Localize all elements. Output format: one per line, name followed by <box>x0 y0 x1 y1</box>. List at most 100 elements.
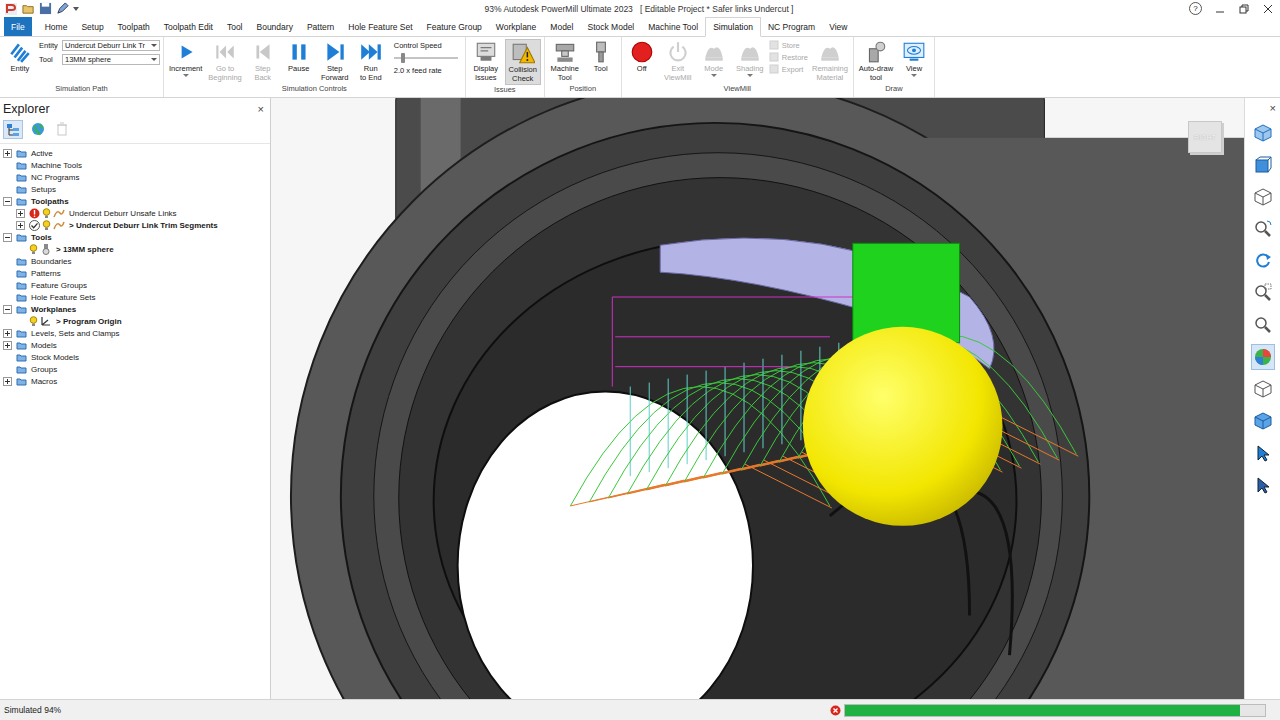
menu-tab[interactable]: Home <box>38 17 75 36</box>
refresh-button[interactable] <box>1251 248 1275 274</box>
globe-button[interactable] <box>29 120 47 137</box>
pointer-button[interactable] <box>1251 472 1275 498</box>
zoom-rotate-button[interactable] <box>1251 216 1275 242</box>
expander-icon[interactable] <box>16 221 25 230</box>
iso-button[interactable] <box>1251 120 1275 146</box>
tree-item[interactable]: Active <box>0 147 270 159</box>
lightbulb-icon[interactable] <box>29 244 38 255</box>
menu-tab[interactable]: Workplane <box>489 17 543 36</box>
tree-item[interactable]: Stock Models <box>0 351 270 363</box>
tree-item[interactable]: NC Programs <box>0 171 270 183</box>
material-button[interactable]: Remaining Material <box>810 39 850 83</box>
box-button[interactable] <box>1251 376 1275 402</box>
expander-icon[interactable] <box>3 341 12 350</box>
front-button[interactable] <box>1251 152 1275 178</box>
menu-tab[interactable]: Tool <box>220 17 250 36</box>
first-button[interactable]: Go to Beginning <box>206 39 243 83</box>
expander-icon[interactable] <box>3 377 12 386</box>
close-icon[interactable] <box>1262 3 1274 15</box>
tree-item[interactable]: Levels, Sets and Clamps <box>0 327 270 339</box>
save-icon[interactable] <box>39 2 52 15</box>
speed-slider[interactable] <box>394 57 458 59</box>
tree-item[interactable]: Machine Tools <box>0 159 270 171</box>
lightbulb-icon[interactable] <box>42 208 51 219</box>
shade-button[interactable] <box>1251 344 1275 370</box>
field-dropdown[interactable]: 13MM sphere <box>62 54 160 65</box>
edit-icon[interactable] <box>56 2 69 15</box>
off-button[interactable]: Off <box>625 39 659 74</box>
view-cube[interactable]: RIGHT <box>1188 121 1222 153</box>
tree-item[interactable]: Undercut Deburr Unsafe Links <box>0 207 270 219</box>
customize-caret[interactable] <box>73 7 79 11</box>
menu-tab[interactable]: Feature Group <box>420 17 489 36</box>
last-button[interactable]: Run to End <box>354 39 388 83</box>
tree-item[interactable]: Models <box>0 339 270 351</box>
tree-item[interactable]: > 13MM sphere <box>0 243 270 255</box>
menu-tab[interactable]: Stock Model <box>580 17 641 36</box>
box-blue-button[interactable] <box>1251 408 1275 434</box>
delete-button[interactable] <box>53 120 71 137</box>
forward-button[interactable]: Step Forward <box>318 39 352 83</box>
tree-item[interactable]: Feature Groups <box>0 279 270 291</box>
menu-tab[interactable]: Setup <box>74 17 110 36</box>
select-button[interactable] <box>1251 440 1275 466</box>
app-icon[interactable] <box>4 2 18 16</box>
lightbulb-icon[interactable] <box>42 220 51 231</box>
tree-item[interactable]: Toolpaths <box>0 195 270 207</box>
view-button[interactable]: View <box>897 39 931 78</box>
small-button[interactable]: Restore <box>769 52 808 62</box>
tree-item[interactable]: Macros <box>0 375 270 387</box>
tool-button[interactable]: Tool <box>584 39 618 74</box>
issues-button[interactable]: Display Issues <box>469 39 503 83</box>
expander-icon[interactable] <box>3 329 12 338</box>
entity-button[interactable]: Entity <box>3 39 37 74</box>
menu-tab[interactable]: Pattern <box>300 17 341 36</box>
expander-icon[interactable] <box>3 197 12 206</box>
menu-tab[interactable]: Machine Tool <box>641 17 705 36</box>
minimize-icon[interactable] <box>1214 3 1226 15</box>
expander-icon[interactable] <box>16 209 25 218</box>
tree-view-button[interactable] <box>3 120 23 139</box>
menu-tab[interactable]: NC Program <box>761 17 822 36</box>
open-icon[interactable] <box>22 2 35 15</box>
menu-tab[interactable]: Model <box>543 17 580 36</box>
tree-item[interactable]: Setups <box>0 183 270 195</box>
increment-button[interactable]: Increment <box>167 39 204 78</box>
tree-item[interactable]: > Program Origin <box>0 315 270 327</box>
help-button[interactable]: ? <box>1189 2 1202 15</box>
expander-icon[interactable] <box>3 233 12 242</box>
tree-item[interactable]: Workplanes <box>0 303 270 315</box>
tree-item[interactable]: Boundaries <box>0 255 270 267</box>
autodraw-button[interactable]: Auto-draw tool <box>857 39 895 83</box>
tree-item[interactable]: Groups <box>0 363 270 375</box>
tree-item[interactable]: > Undercut Deburr Link Trim Segments <box>0 219 270 231</box>
wire-button[interactable] <box>1251 184 1275 210</box>
explorer-close[interactable]: × <box>258 103 264 115</box>
menu-tab[interactable]: File <box>4 17 32 36</box>
back-button[interactable]: Step Back <box>246 39 280 83</box>
tree-item[interactable]: Tools <box>0 231 270 243</box>
view-toolbar-close[interactable]: × <box>1270 102 1276 114</box>
zoom-box-button[interactable] <box>1251 280 1275 306</box>
tree-item[interactable]: Hole Feature Sets <box>0 291 270 303</box>
lightbulb-icon[interactable] <box>29 316 38 327</box>
shading-button[interactable]: Shading <box>733 39 767 78</box>
menu-tab[interactable]: Toolpath <box>111 17 157 36</box>
3d-viewport[interactable]: RIGHT <box>271 98 1244 699</box>
small-button[interactable]: Export <box>769 64 808 74</box>
menu-tab[interactable]: Toolpath Edit <box>157 17 220 36</box>
tree-item[interactable]: Patterns <box>0 267 270 279</box>
collision-button[interactable]: Collision Check <box>505 39 541 85</box>
restore-icon[interactable] <box>1238 3 1250 15</box>
menu-tab[interactable]: View <box>822 17 854 36</box>
expander-icon[interactable] <box>3 305 12 314</box>
zoom-button[interactable] <box>1251 312 1275 338</box>
expander-icon[interactable] <box>3 149 12 158</box>
menu-tab[interactable]: Boundary <box>250 17 300 36</box>
machine-button[interactable]: Machine Tool <box>548 39 582 83</box>
mode-button[interactable]: Mode <box>697 39 731 78</box>
cancel-icon[interactable] <box>830 705 841 716</box>
menu-tab[interactable]: Simulation <box>705 17 761 37</box>
exit-button[interactable]: Exit ViewMill <box>661 39 695 83</box>
small-button[interactable]: Store <box>769 40 808 50</box>
